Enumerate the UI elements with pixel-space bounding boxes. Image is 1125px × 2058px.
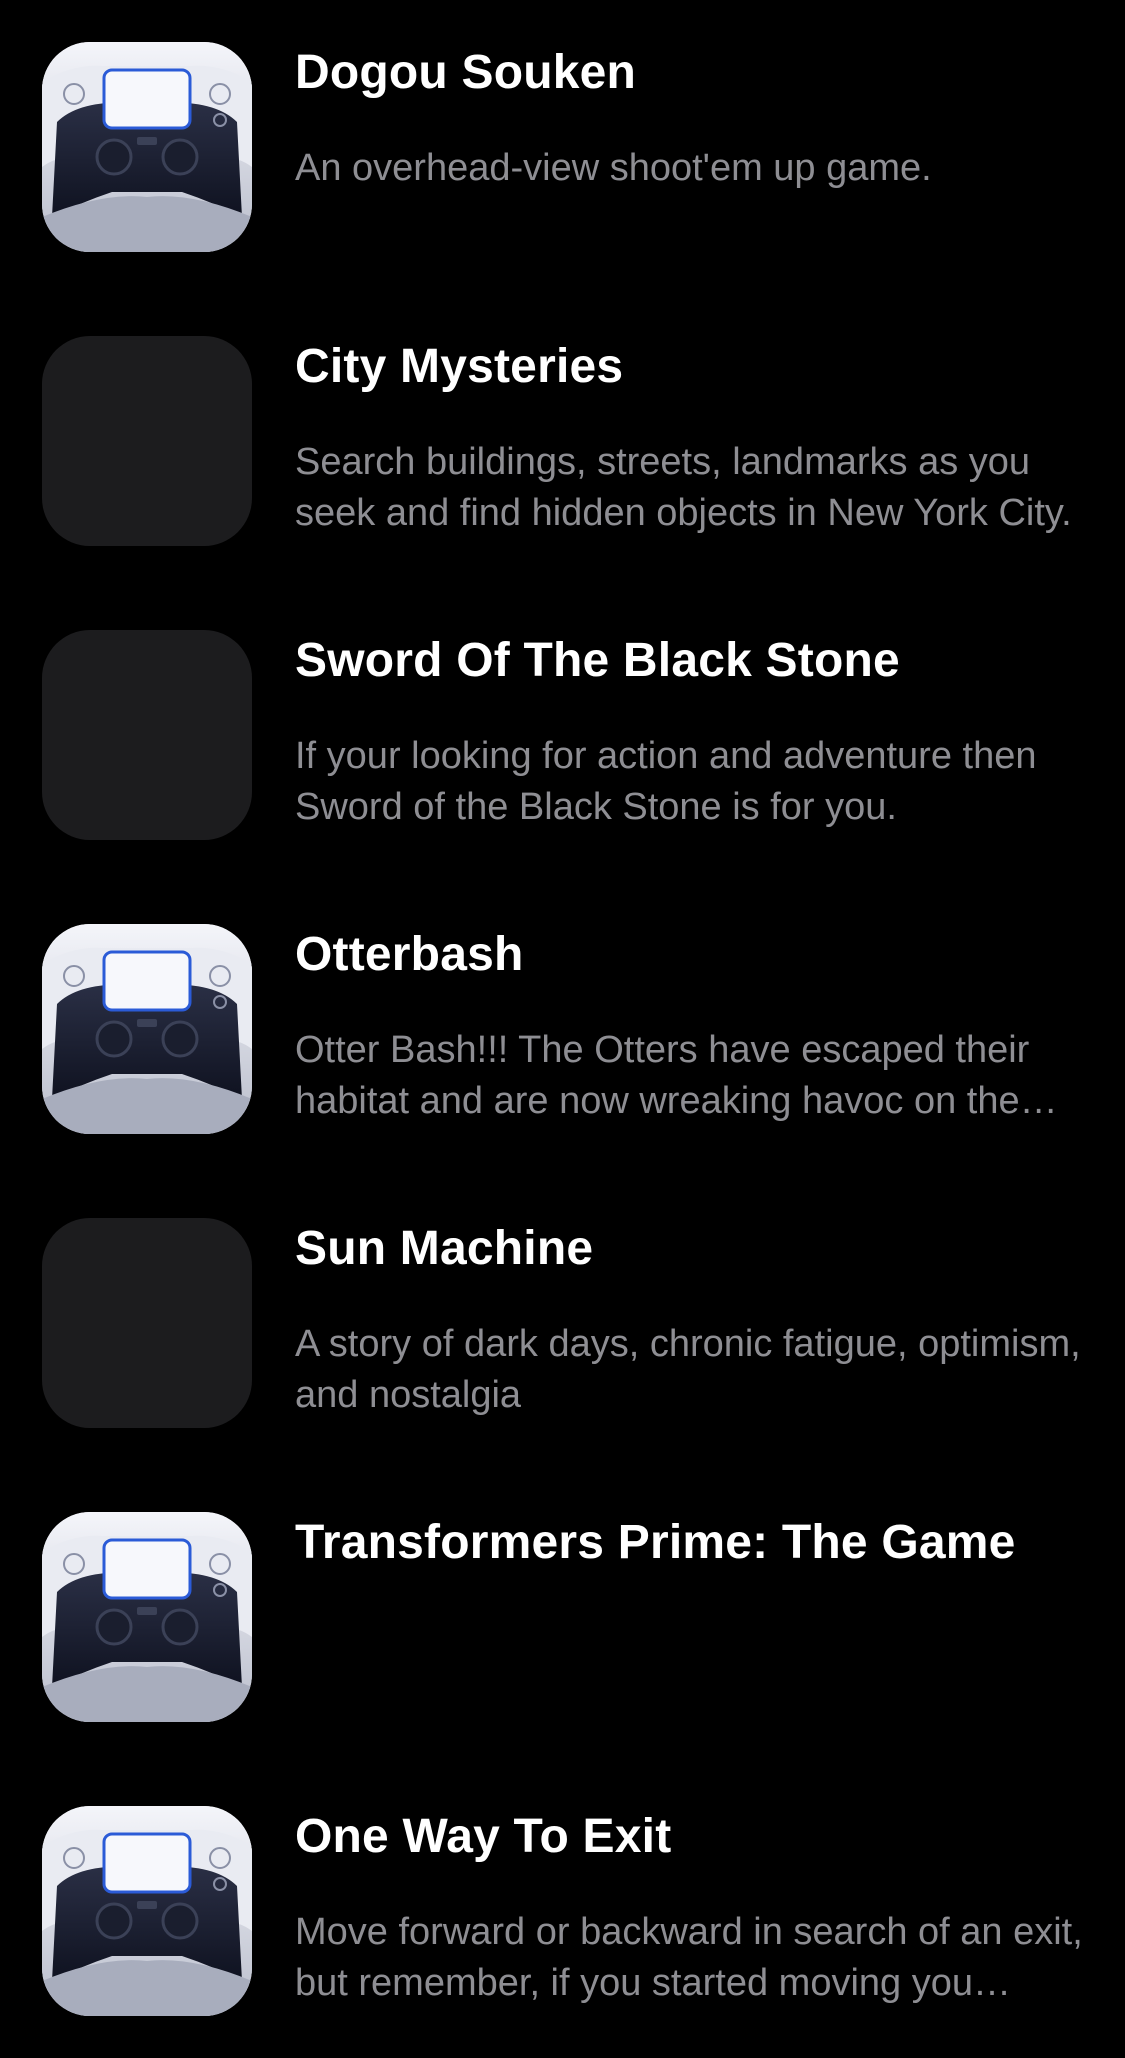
game-description: If your looking for action and adventure… [295, 735, 1037, 828]
game-row[interactable]: City Mysteries Search buildings, streets… [0, 294, 1125, 588]
controller-icon [42, 1512, 252, 1722]
game-title: City Mysteries [295, 340, 624, 393]
game-row[interactable]: Sun Machine A story of dark days, chroni… [0, 1176, 1125, 1470]
game-description: Otter Bash!!! The Otters have escaped th… [295, 1029, 1030, 1122]
game-description: Move forward or backward in search of an… [295, 1911, 1083, 2004]
game-row[interactable]: Sword Of The Black Stone If your looking… [0, 588, 1125, 882]
game-title: Otterbash [295, 928, 524, 981]
game-row[interactable]: Transformers Prime: The Game [0, 1470, 1125, 1764]
game-title: Sword Of The Black Stone [295, 634, 900, 687]
game-title: One Way To Exit [295, 1810, 672, 1863]
game-description: A story of dark days, chronic fatigue, o… [295, 1323, 1081, 1416]
controller-icon [42, 42, 252, 252]
game-description: Search buildings, streets, landmarks as … [295, 441, 1072, 534]
game-thumbnail [42, 1512, 252, 1722]
game-thumbnail-placeholder [42, 336, 252, 546]
game-title: Dogou Souken [295, 46, 637, 99]
game-thumbnail-placeholder [42, 630, 252, 840]
game-title: Transformers Prime: The Game [295, 1516, 1016, 1569]
controller-icon [42, 1806, 252, 2016]
game-row[interactable]: One Way To Exit Move forward or backward… [0, 1764, 1125, 2058]
game-thumbnail-placeholder [42, 1218, 252, 1428]
game-thumbnail [42, 1806, 252, 2016]
game-description: An overhead-view shoot'em up game. [295, 147, 932, 189]
game-thumbnail [42, 924, 252, 1134]
game-row[interactable]: Dogou Souken An overhead-view shoot'em u… [0, 0, 1125, 294]
game-row[interactable]: Otterbash Otter Bash!!! The Otters have … [0, 882, 1125, 1176]
game-list: Dogou Souken An overhead-view shoot'em u… [0, 0, 1125, 2058]
game-thumbnail [42, 42, 252, 252]
controller-icon [42, 924, 252, 1134]
game-title: Sun Machine [295, 1222, 594, 1275]
